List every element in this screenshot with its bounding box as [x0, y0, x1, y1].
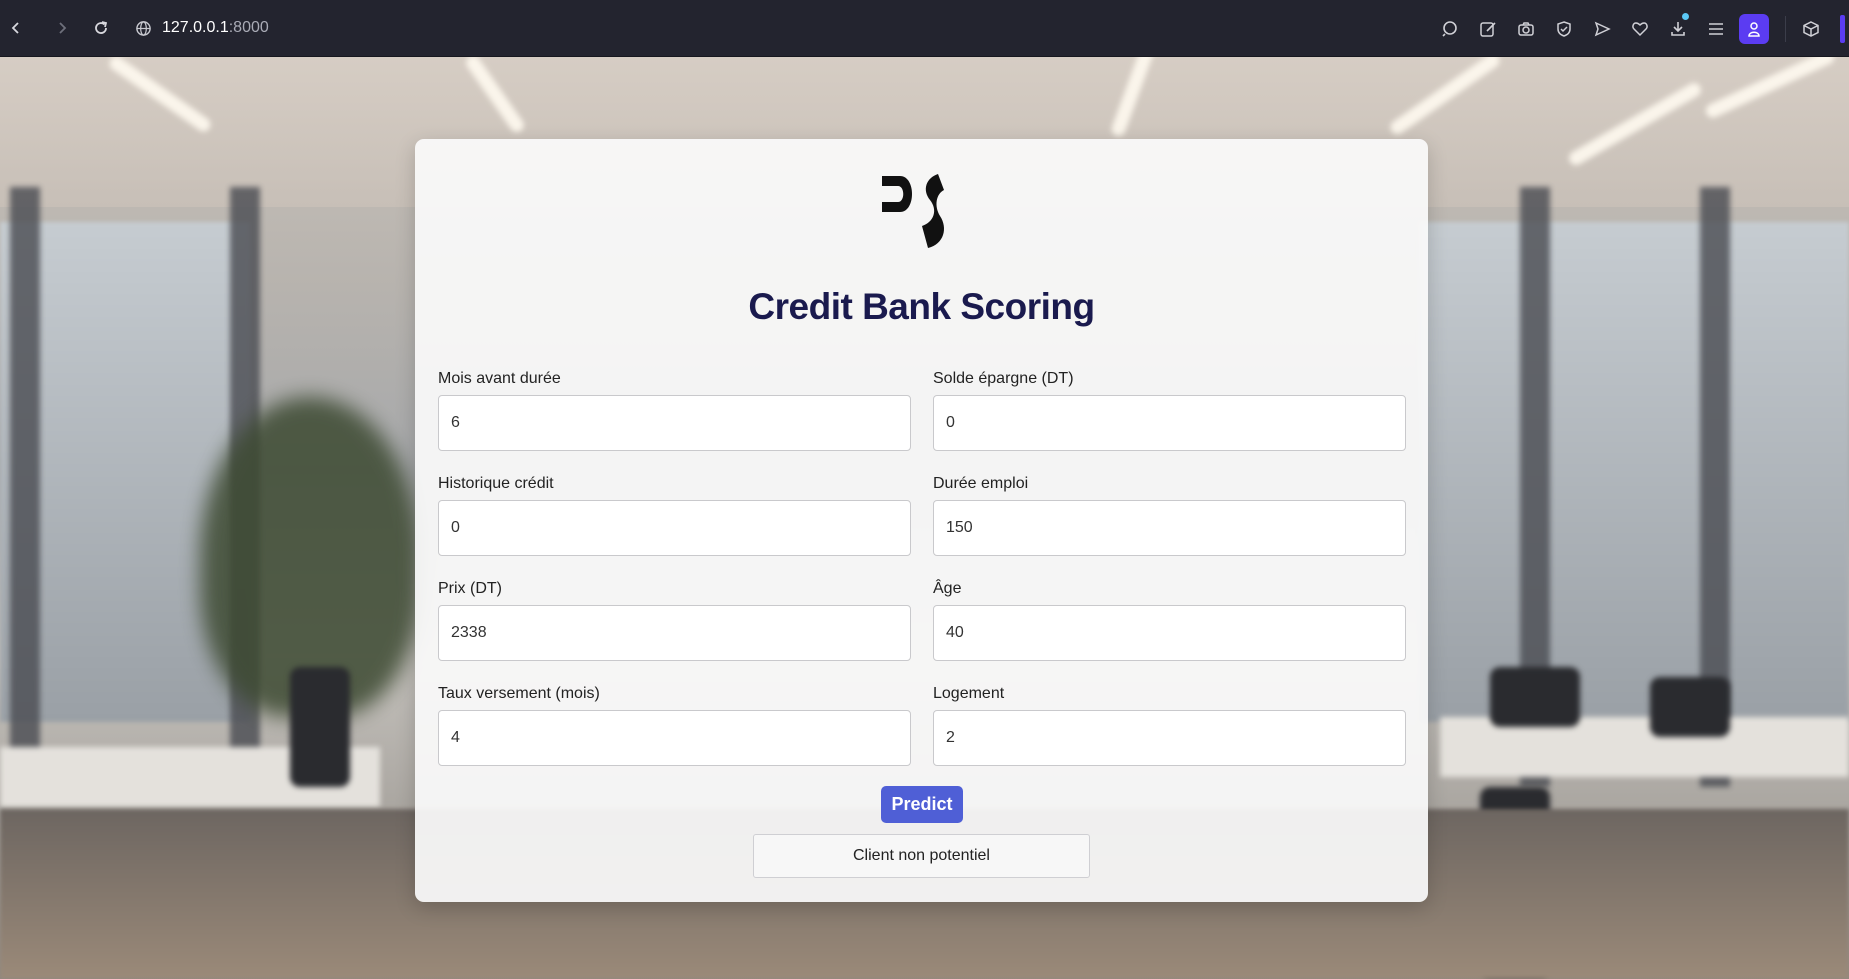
field-label: Solde épargne (DT) [933, 370, 1074, 387]
edit-button[interactable] [1469, 0, 1507, 57]
historique-credit-input[interactable] [438, 500, 911, 556]
search-page-button[interactable] [1431, 0, 1469, 57]
heart-icon [1632, 21, 1648, 36]
url-port: :8000 [228, 19, 269, 36]
toolbar-divider [1785, 15, 1786, 42]
send-icon [1594, 21, 1611, 36]
favorites-button[interactable] [1621, 0, 1659, 57]
field-solde-epargne: Solde épargne (DT) [933, 369, 1406, 451]
prix-input[interactable] [438, 605, 911, 661]
field-label: Âge [933, 580, 962, 597]
field-label: Taux versement (mois) [438, 685, 600, 702]
predict-button[interactable]: Predict [881, 786, 963, 823]
downloads-button[interactable] [1659, 0, 1697, 57]
prediction-result: Client non potentiel [753, 834, 1090, 878]
chair [1490, 667, 1580, 727]
shield-button[interactable] [1545, 0, 1583, 57]
field-historique-credit: Historique crédit [438, 474, 911, 556]
field-age: Âge [933, 579, 1406, 661]
screenshot-button[interactable] [1507, 0, 1545, 57]
chevron-right-icon [59, 22, 67, 34]
sidebar-handle[interactable] [1840, 14, 1845, 43]
taux-versement-input[interactable] [438, 710, 911, 766]
cube-icon [1803, 20, 1819, 37]
download-icon [1671, 21, 1685, 36]
window [1420, 222, 1849, 722]
field-taux-versement: Taux versement (mois) [438, 684, 911, 766]
logement-input[interactable] [933, 710, 1406, 766]
field-label: Logement [933, 685, 1005, 702]
menu-button[interactable] [1697, 0, 1735, 57]
back-button[interactable] [2, 14, 30, 42]
globe-icon [136, 20, 151, 36]
field-prix: Prix (DT) [438, 579, 911, 661]
page-title: Credit Bank Scoring [748, 286, 1095, 327]
reload-icon [95, 21, 108, 34]
field-duree-emploi: Durée emploi [933, 474, 1406, 556]
field-label: Prix (DT) [438, 580, 502, 597]
url-host: 127.0.0.1 [162, 19, 229, 36]
edit-icon [1480, 21, 1496, 37]
extensions-button[interactable] [1792, 0, 1830, 57]
shield-icon [1557, 20, 1571, 37]
chair [1650, 677, 1730, 737]
ds-logo [882, 174, 944, 248]
browser-toolbar: 127.0.0.1:8000 [0, 0, 1849, 57]
mois-avant-duree-input[interactable] [438, 395, 911, 451]
camera-icon [1518, 21, 1534, 36]
notification-dot [1682, 13, 1689, 20]
chevron-left-icon [11, 22, 19, 34]
forward-button[interactable] [48, 14, 76, 42]
profile-button[interactable] [1739, 13, 1769, 44]
reload-button[interactable] [87, 14, 115, 42]
field-label: Durée emploi [933, 475, 1029, 492]
field-label: Mois avant durée [438, 370, 561, 387]
age-input[interactable] [933, 605, 1406, 661]
send-button[interactable] [1583, 0, 1621, 57]
field-logement: Logement [933, 684, 1406, 766]
solde-epargne-input[interactable] [933, 395, 1406, 451]
person-icon [1748, 21, 1760, 37]
toolbar-tray [1431, 0, 1849, 57]
address-bar[interactable]: 127.0.0.1:8000 [135, 12, 269, 44]
duree-emploi-input[interactable] [933, 500, 1406, 556]
chair [290, 667, 350, 787]
menu-icon [1709, 22, 1723, 35]
field-mois-avant-duree: Mois avant durée [438, 369, 911, 451]
search-icon [1442, 20, 1457, 37]
window-frame [10, 187, 40, 787]
field-label: Historique crédit [438, 475, 554, 492]
